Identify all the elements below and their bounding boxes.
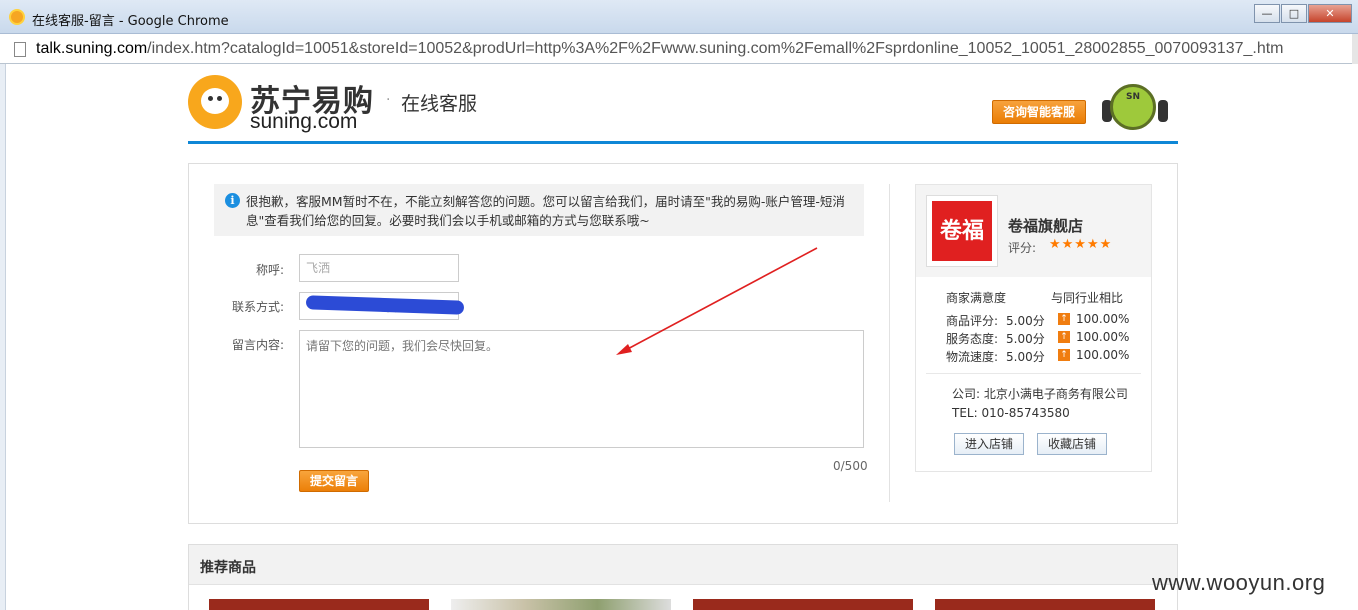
window-left-border: [0, 64, 6, 610]
info-icon: i: [225, 193, 240, 208]
recommend-section: 推荐商品: [188, 544, 1178, 610]
page-header: 苏宁易购 suning.com · 在线客服 咨询智能客服 SN: [188, 70, 1178, 144]
notice-box: i 很抱歉，客服MM暂时不在，不能立刻解答您的问题。您可以留言给我们，届时请至"…: [214, 184, 864, 236]
metric-row-label: 服务态度:: [946, 332, 999, 346]
metric-row-value: 5.00分: [1006, 350, 1045, 364]
store-header: 卷福 卷福旗舰店 评分: ★★★★★: [916, 185, 1151, 277]
name-label: 称呼:: [255, 263, 284, 277]
logo-english-text: suning.com: [250, 110, 358, 133]
metric-row-pct: 100.00%: [1076, 312, 1130, 326]
contact-label: 联系方式:: [231, 300, 284, 314]
smart-service-button[interactable]: 咨询智能客服: [992, 100, 1086, 124]
address-bar[interactable]: talk.suning.com/index.htm?catalogId=1005…: [0, 34, 1358, 64]
store-rating-stars-icon: ★★★★★: [1049, 237, 1113, 252]
page-icon: [14, 42, 26, 57]
lion-eye-left: [208, 96, 213, 101]
store-logo[interactable]: 卷福: [926, 195, 998, 267]
satisfaction-header: 商家满意度: [946, 291, 1007, 305]
store-separator: [926, 373, 1141, 374]
recommend-header: 推荐商品: [189, 545, 1177, 585]
window-controls: — □ ✕: [1253, 4, 1352, 23]
store-rating-label: 评分:: [1008, 241, 1037, 255]
metric-row-pct: 100.00%: [1076, 348, 1130, 362]
product-thumbnail[interactable]: [693, 599, 913, 610]
enter-store-button[interactable]: 进入店铺: [954, 433, 1024, 455]
metric-row-label: 商品评分:: [946, 314, 999, 328]
notice-text: 很抱歉，客服MM暂时不在，不能立刻解答您的问题。您可以留言给我们，届时请至"我的…: [246, 194, 845, 228]
lion-eye-right: [217, 96, 222, 101]
name-field[interactable]: 飞洒: [299, 254, 459, 282]
submit-message-button[interactable]: 提交留言: [299, 470, 369, 492]
robot-mascot-icon[interactable]: SN: [1098, 82, 1172, 142]
store-tel: TEL: 010-85743580: [952, 406, 1070, 420]
store-company: 公司: 北京小满电子商务有限公司: [952, 387, 1128, 401]
suning-favicon-icon: [9, 9, 25, 25]
lion-face: [201, 88, 229, 114]
robot-head: [1110, 84, 1156, 130]
metric-row-label: 物流速度:: [946, 350, 999, 364]
product-thumbnail[interactable]: [935, 599, 1155, 610]
favorite-store-button[interactable]: 收藏店铺: [1037, 433, 1107, 455]
store-logo-text: 卷福: [932, 201, 992, 261]
close-button[interactable]: ✕: [1308, 4, 1352, 23]
minimize-button[interactable]: —: [1254, 4, 1280, 23]
browser-titlebar: 在线客服-留言 - Google Chrome — □ ✕: [0, 0, 1358, 34]
product-thumbnail[interactable]: [209, 599, 429, 610]
url-path: /index.htm?catalogId=10051&storeId=10052…: [147, 40, 1284, 57]
up-arrow-icon: ↑: [1058, 349, 1070, 361]
logo-separator: ·: [386, 92, 391, 108]
robot-badge: SN: [1126, 92, 1141, 102]
message-textarea[interactable]: [299, 330, 864, 448]
up-arrow-icon: ↑: [1058, 331, 1070, 343]
metric-row-pct: 100.00%: [1076, 330, 1130, 344]
page-subtitle: 在线客服: [401, 93, 478, 115]
store-panel: 卷福 卷福旗舰店 评分: ★★★★★ 商家满意度 与同行业相比 商品评分: 5.…: [915, 184, 1152, 472]
recommend-title: 推荐商品: [200, 560, 256, 576]
url-host: talk.suning.com: [36, 40, 148, 57]
suning-lion-logo-icon: [188, 75, 242, 129]
metric-row-value: 5.00分: [1006, 332, 1045, 346]
window-title: 在线客服-留言 - Google Chrome: [32, 14, 229, 29]
url-text[interactable]: talk.suning.com/index.htm?catalogId=1005…: [36, 40, 1284, 58]
message-label: 留言内容:: [231, 338, 284, 352]
char-counter: 0/500: [833, 459, 868, 473]
address-scroll-edge: [1352, 34, 1358, 64]
metric-row-value: 5.00分: [1006, 314, 1045, 328]
maximize-button[interactable]: □: [1281, 4, 1307, 23]
watermark: www.wooyun.org: [1152, 570, 1326, 595]
up-arrow-icon: ↑: [1058, 313, 1070, 325]
product-thumbnail[interactable]: [451, 599, 671, 610]
store-name[interactable]: 卷福旗舰店: [1008, 215, 1083, 236]
column-divider: [889, 184, 890, 502]
compare-header: 与同行业相比: [1051, 291, 1124, 305]
headphone-right: [1158, 100, 1168, 122]
